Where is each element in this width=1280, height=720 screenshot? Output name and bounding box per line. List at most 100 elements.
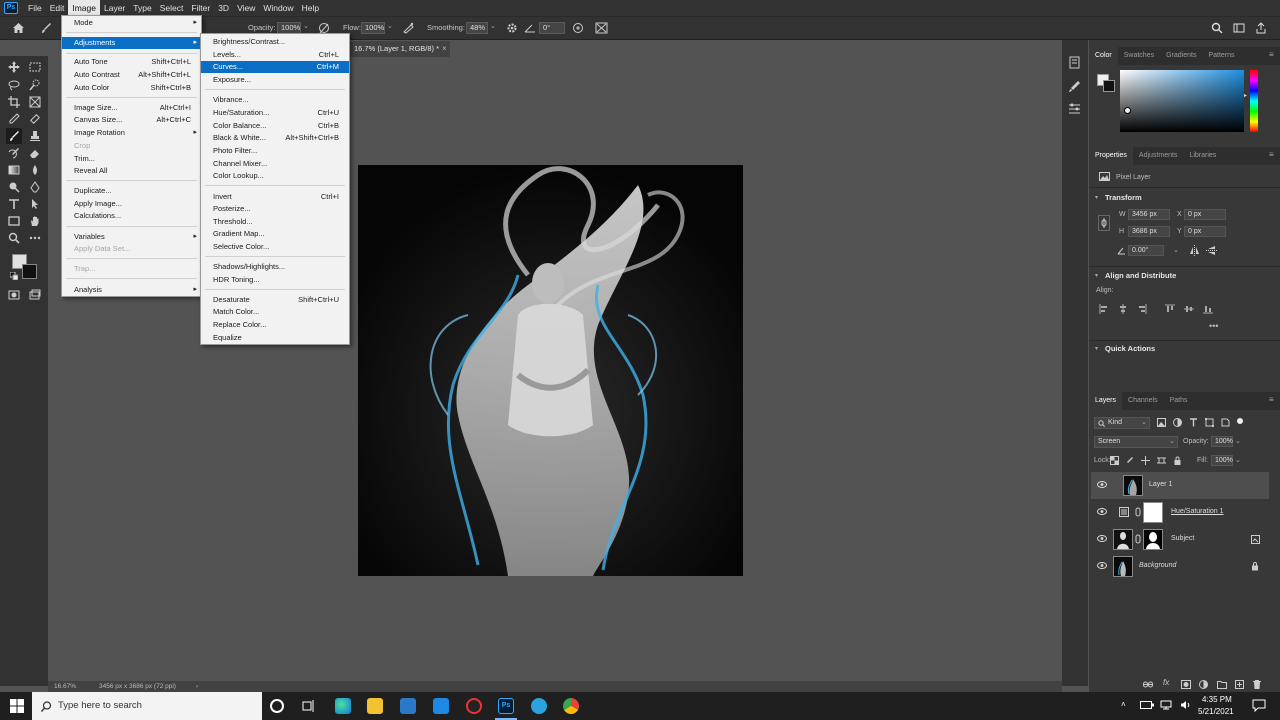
- layer-row[interactable]: Background: [1091, 553, 1269, 580]
- blend-mode-dropdown[interactable]: Screen ⌄: [1094, 436, 1178, 448]
- menu-item-brightness-contrast[interactable]: Brightness/Contrast...: [201, 36, 349, 48]
- lasso-tool-icon[interactable]: [6, 77, 22, 93]
- mask-link-icon[interactable]: [1135, 534, 1141, 544]
- color-background-swatch[interactable]: [1103, 80, 1115, 92]
- taskbar-search-box[interactable]: Type here to search: [32, 692, 262, 720]
- notification-center-icon[interactable]: [1252, 699, 1266, 712]
- filter-smart-object-icon[interactable]: [1221, 418, 1230, 427]
- layer-fill-field[interactable]: 100%: [1211, 455, 1233, 466]
- mask-link-icon[interactable]: [1135, 507, 1141, 517]
- cortana-icon[interactable]: [270, 699, 284, 713]
- align-vertical-center-icon[interactable]: [1184, 304, 1194, 314]
- menu-type[interactable]: Type: [129, 0, 155, 16]
- align-left-icon[interactable]: [1099, 304, 1109, 314]
- quick-mask-icon[interactable]: [6, 287, 22, 303]
- gear-icon[interactable]: [506, 22, 518, 34]
- menu-item-adjustments[interactable]: Adjustments ▸: [62, 37, 201, 49]
- menu-item-color-balance[interactable]: Color Balance... Ctrl+B: [201, 120, 349, 132]
- chevron-down-icon[interactable]: ▾: [1095, 194, 1098, 201]
- menu-file[interactable]: File: [24, 0, 46, 16]
- layer-row[interactable]: Layer 1: [1091, 472, 1269, 499]
- menu-item-image-size[interactable]: Image Size... Alt+Ctrl+I: [62, 102, 201, 114]
- airbrush-icon[interactable]: [402, 22, 415, 34]
- tab-patterns[interactable]: Patterns: [1202, 47, 1240, 65]
- rotation-angle-field[interactable]: 0.00°: [1128, 245, 1164, 256]
- menu-view[interactable]: View: [233, 0, 259, 16]
- document-tab[interactable]: 16.7% (Layer 1, RGB/8) * ×: [350, 40, 450, 57]
- home-icon[interactable]: [12, 22, 25, 34]
- add-mask-icon[interactable]: [1181, 680, 1191, 689]
- brush-settings-panel-icon[interactable]: [1068, 80, 1081, 93]
- share-icon[interactable]: [1255, 22, 1267, 34]
- menu-item-levels[interactable]: Levels... Ctrl+L: [201, 49, 349, 61]
- new-adjustment-layer-icon[interactable]: [1199, 680, 1208, 689]
- gradient-tool-icon[interactable]: [6, 162, 22, 178]
- tab-libraries[interactable]: Libraries: [1183, 147, 1222, 165]
- menu-item-black-white[interactable]: Black & White... Alt+Shift+Ctrl+B: [201, 132, 349, 144]
- layer-filter-dropdown[interactable]: Kind ⌄: [1094, 417, 1150, 429]
- hue-slider[interactable]: [1250, 70, 1258, 132]
- link-dimensions-icon[interactable]: [1098, 215, 1110, 231]
- menu-item-gradient-map[interactable]: Gradient Map...: [201, 228, 349, 240]
- tab-properties[interactable]: Properties: [1089, 147, 1133, 165]
- battery-icon[interactable]: [1140, 701, 1154, 709]
- mail-icon[interactable]: [433, 698, 449, 714]
- menu-select[interactable]: Select: [156, 0, 188, 16]
- align-bottom-icon[interactable]: [1203, 304, 1213, 314]
- menu-item-apply-image[interactable]: Apply Image...: [62, 198, 201, 210]
- adjust-panel-icon[interactable]: [1068, 102, 1081, 115]
- menu-item-exposure[interactable]: Exposure...: [201, 74, 349, 86]
- align-top-icon[interactable]: [1165, 304, 1175, 314]
- tab-channels[interactable]: Channels: [1122, 392, 1164, 410]
- filter-pixel-icon[interactable]: [1157, 418, 1166, 427]
- chrome-icon[interactable]: [563, 698, 579, 714]
- chevron-down-icon[interactable]: ⌄: [1235, 437, 1241, 445]
- filter-toggle-icon[interactable]: [1237, 418, 1243, 424]
- menu-item-reveal-all[interactable]: Reveal All: [62, 165, 201, 177]
- visibility-eye-icon[interactable]: [1097, 535, 1107, 542]
- layer-name[interactable]: Background: [1139, 562, 1176, 569]
- volume-icon[interactable]: [1180, 700, 1192, 710]
- tab-paths[interactable]: Paths: [1164, 392, 1194, 410]
- app-icon[interactable]: [466, 698, 482, 714]
- chevron-down-icon[interactable]: ⌄: [1235, 456, 1241, 464]
- layers-panel-menu-icon[interactable]: ≡: [1269, 395, 1274, 404]
- menu-item-photo-filter[interactable]: Photo Filter...: [201, 145, 349, 157]
- link-layers-icon[interactable]: [1143, 680, 1153, 689]
- flow-dropdown-icon[interactable]: ⌄: [387, 22, 393, 30]
- brush-angle-field[interactable]: 0°: [539, 22, 565, 34]
- task-view-icon[interactable]: [302, 699, 316, 713]
- menu-item-auto-tone[interactable]: Auto Tone Shift+Ctrl+L: [62, 56, 201, 68]
- healing-brush-tool-icon[interactable]: [27, 111, 43, 127]
- delete-layer-icon[interactable]: [1253, 680, 1261, 689]
- history-brush-tool-icon[interactable]: [6, 145, 22, 161]
- edge-browser-icon[interactable]: [335, 698, 351, 714]
- menu-layer[interactable]: Layer: [100, 0, 129, 16]
- tab-color[interactable]: Color: [1089, 47, 1118, 65]
- visibility-eye-icon[interactable]: [1097, 562, 1107, 569]
- flip-horizontal-icon[interactable]: [1189, 245, 1200, 256]
- menu-help[interactable]: Help: [298, 0, 323, 16]
- height-field[interactable]: 3686 px: [1128, 226, 1170, 237]
- menu-item-trim[interactable]: Trim...: [62, 153, 201, 165]
- tab-gradients[interactable]: Gradients: [1160, 47, 1202, 65]
- align-horizontal-center-icon[interactable]: [1118, 304, 1128, 314]
- layer-row[interactable]: Hue/Saturation 1: [1091, 499, 1269, 526]
- filter-adjustment-icon[interactable]: [1173, 418, 1182, 427]
- y-position-field[interactable]: 0 px: [1184, 226, 1226, 237]
- flow-field[interactable]: 100%: [361, 22, 385, 34]
- menu-window[interactable]: Window: [259, 0, 297, 16]
- rectangle-tool-icon[interactable]: [6, 213, 22, 229]
- layer-name[interactable]: Subject: [1171, 535, 1194, 542]
- menu-item-color-lookup[interactable]: Color Lookup...: [201, 170, 349, 182]
- layer-mask-thumbnail[interactable]: [1143, 529, 1163, 550]
- lock-transparent-icon[interactable]: [1110, 456, 1119, 465]
- color-picker-handle[interactable]: [1124, 107, 1131, 114]
- layer-style-icon[interactable]: fx: [1163, 678, 1169, 687]
- layer-name[interactable]: Hue/Saturation 1: [1171, 508, 1224, 515]
- screen-mode-icon[interactable]: [27, 287, 43, 303]
- menu-image[interactable]: Image: [68, 0, 100, 16]
- layer-mask-thumbnail[interactable]: [1143, 502, 1163, 523]
- windows-start-icon[interactable]: [10, 699, 24, 713]
- crop-tool-icon[interactable]: [6, 94, 22, 110]
